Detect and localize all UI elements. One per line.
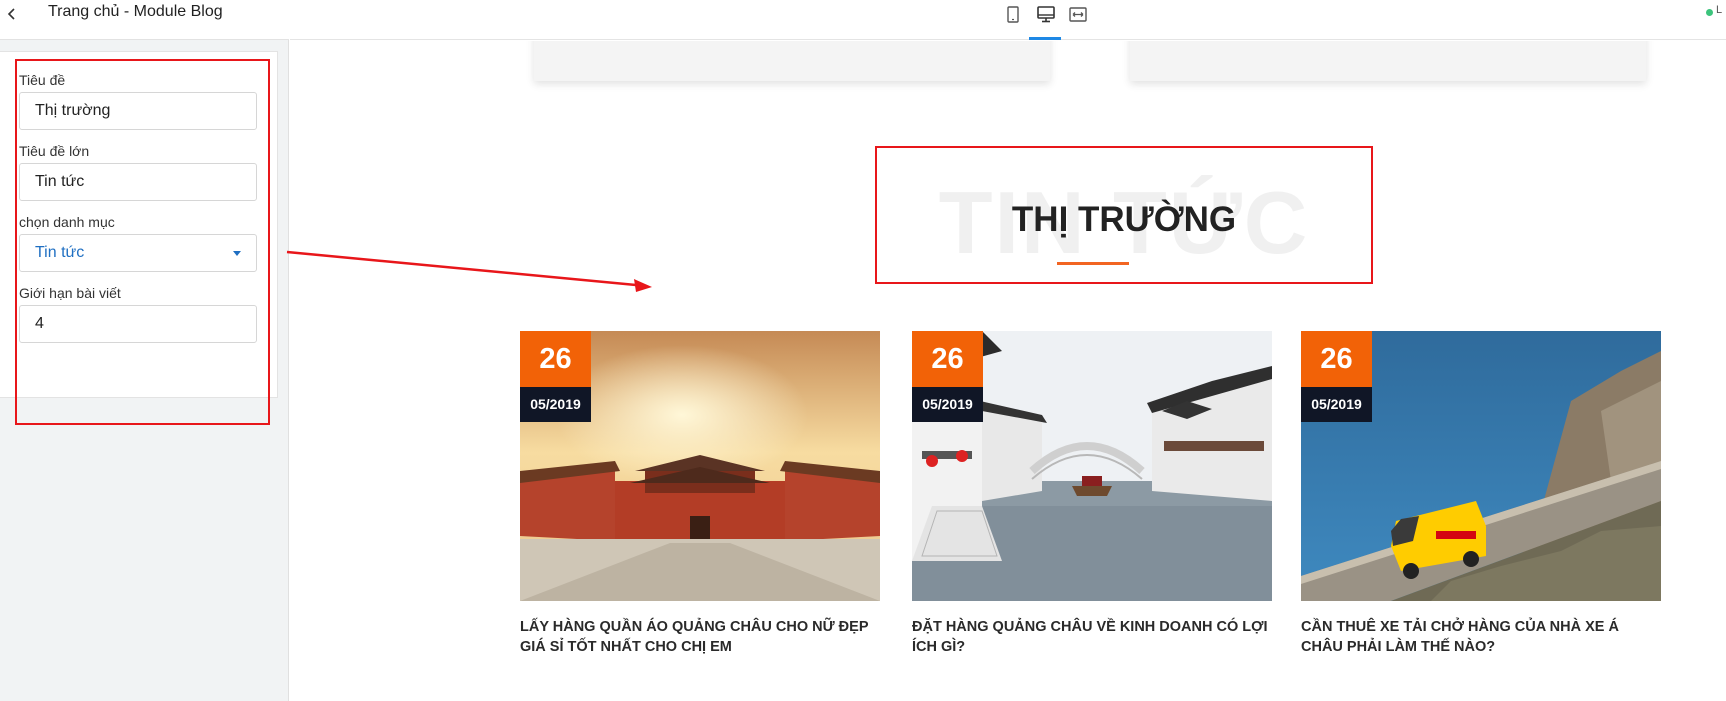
panel-title: Trang chủ - Module Blog bbox=[48, 3, 223, 20]
post-day-badge: 26 bbox=[520, 331, 591, 387]
previous-section-card bbox=[534, 41, 1050, 81]
caret-down-icon bbox=[233, 251, 241, 256]
blog-post-card[interactable]: 26 05/2019 CẦN THUÊ XE TẢI CHỞ HÀNG CỦA … bbox=[1301, 331, 1661, 691]
title-underline bbox=[1057, 262, 1129, 265]
section-title: THỊ TRƯỜNG bbox=[1011, 200, 1237, 239]
post-day-badge: 26 bbox=[912, 331, 983, 387]
module-settings-form: Tiêu đề Tiêu đề lớn chọn danh mục Tin tứ… bbox=[0, 51, 278, 398]
fullwidth-icon[interactable] bbox=[1061, 0, 1093, 40]
section-heading-highlight: TIN TỨC THỊ TRƯỜNG bbox=[875, 146, 1373, 284]
post-day-badge: 26 bbox=[1301, 331, 1372, 387]
post-limit-input[interactable] bbox=[19, 305, 257, 343]
category-select[interactable]: Tin tức bbox=[19, 234, 257, 272]
category-label: chọn danh mục bbox=[19, 214, 115, 230]
status-text: L bbox=[1716, 4, 1723, 16]
post-title-link[interactable]: ĐẶT HÀNG QUẢNG CHÂU VỀ KINH DOANH CÓ LỢI… bbox=[912, 617, 1272, 657]
device-toolbar: L bbox=[290, 0, 1726, 40]
post-month-badge: 05/2019 bbox=[912, 387, 983, 422]
title-input[interactable] bbox=[19, 92, 257, 130]
panel-header: Trang chủ - Module Blog bbox=[0, 0, 289, 40]
post-month-badge: 05/2019 bbox=[520, 387, 591, 422]
post-month-badge: 05/2019 bbox=[1301, 387, 1372, 422]
status-dot bbox=[1706, 9, 1713, 16]
page-preview: TIN TỨC THỊ TRƯỜNG 26 05/2019 LẤY HÀNG Q… bbox=[290, 41, 1726, 701]
big-title-label: Tiêu đề lớn bbox=[19, 143, 90, 159]
category-selected-value: Tin tức bbox=[35, 244, 85, 261]
desktop-icon[interactable] bbox=[1029, 0, 1061, 40]
big-title-input[interactable] bbox=[19, 163, 257, 201]
chevron-left-icon[interactable] bbox=[2, 2, 24, 26]
post-limit-label: Giới hạn bài viết bbox=[19, 285, 121, 301]
blog-post-card[interactable]: 26 05/2019 ĐẶT HÀNG QUẢNG CHÂU VỀ KINH D… bbox=[912, 331, 1272, 691]
blog-post-card[interactable]: 26 05/2019 LẤY HÀNG QUẦN ÁO QUẢNG CHÂU C… bbox=[520, 331, 880, 691]
tablet-icon[interactable] bbox=[997, 0, 1029, 40]
previous-section-card bbox=[1130, 41, 1646, 81]
title-label: Tiêu đề bbox=[19, 72, 66, 88]
post-title-link[interactable]: CẦN THUÊ XE TẢI CHỞ HÀNG CỦA NHÀ XE Á CH… bbox=[1301, 617, 1661, 657]
settings-panel: Trang chủ - Module Blog Tiêu đề Tiêu đề … bbox=[0, 0, 289, 701]
post-title-link[interactable]: LẤY HÀNG QUẦN ÁO QUẢNG CHÂU CHO NỮ ĐẸP G… bbox=[520, 617, 880, 657]
